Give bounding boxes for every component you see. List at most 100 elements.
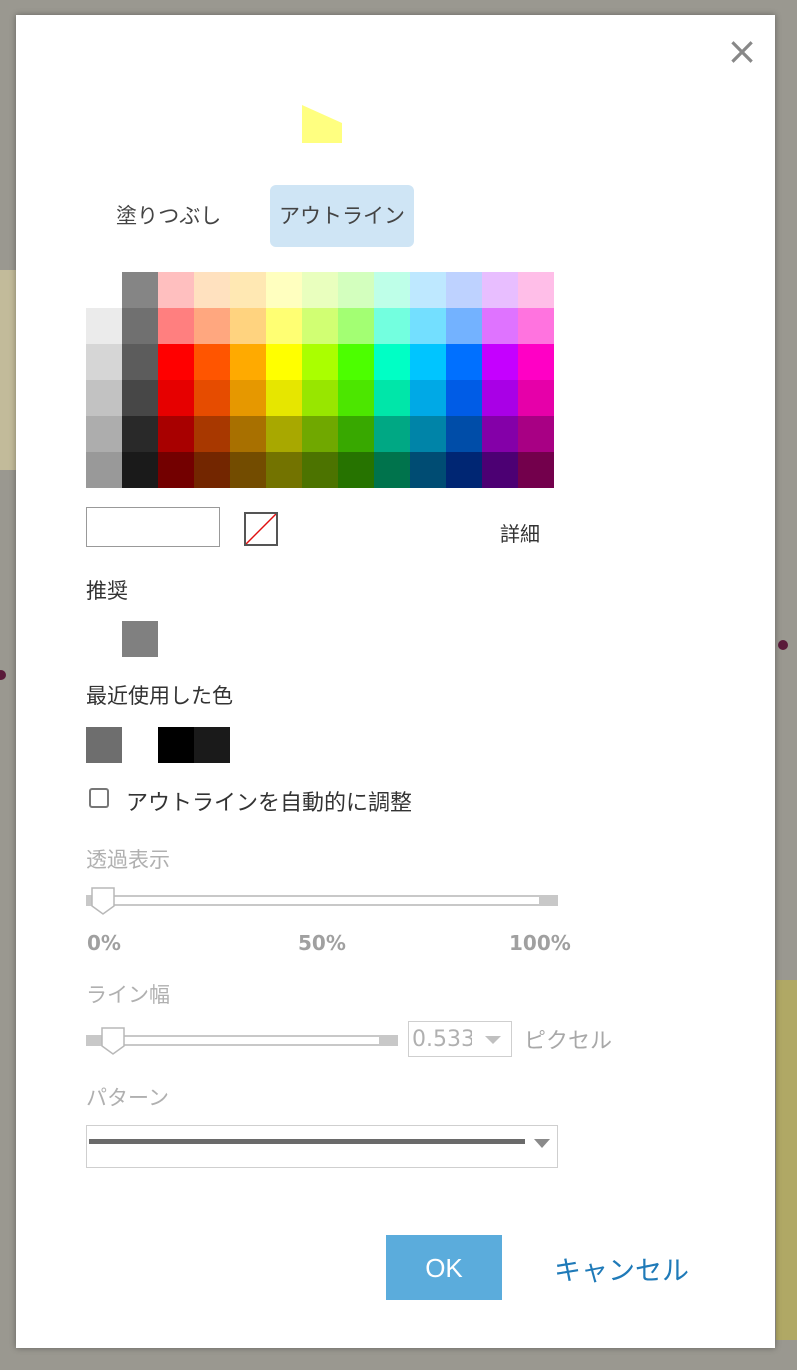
palette-swatch[interactable] bbox=[518, 308, 554, 344]
tab-fill[interactable]: 塗りつぶし bbox=[91, 185, 246, 247]
palette-swatch[interactable] bbox=[518, 452, 554, 488]
palette-swatch[interactable] bbox=[338, 416, 374, 452]
line-width-spinner[interactable]: 0.533 bbox=[408, 1021, 512, 1057]
palette-swatch[interactable] bbox=[518, 272, 554, 308]
line-width-slider-thumb[interactable] bbox=[100, 1026, 126, 1056]
palette-swatch[interactable] bbox=[86, 344, 122, 380]
palette-swatch[interactable] bbox=[482, 380, 518, 416]
palette-swatch[interactable] bbox=[302, 380, 338, 416]
palette-swatch[interactable] bbox=[230, 308, 266, 344]
palette-swatch[interactable] bbox=[158, 416, 194, 452]
palette-swatch[interactable] bbox=[410, 380, 446, 416]
palette-swatch[interactable] bbox=[446, 452, 482, 488]
palette-swatch[interactable] bbox=[518, 416, 554, 452]
palette-swatch[interactable] bbox=[338, 344, 374, 380]
palette-swatch[interactable] bbox=[122, 308, 158, 344]
palette-swatch[interactable] bbox=[122, 272, 158, 308]
palette-swatch[interactable] bbox=[302, 416, 338, 452]
palette-swatch[interactable] bbox=[374, 344, 410, 380]
no-color-icon bbox=[246, 514, 276, 544]
palette-swatch[interactable] bbox=[446, 416, 482, 452]
palette-swatch[interactable] bbox=[158, 272, 194, 308]
palette-swatch[interactable] bbox=[302, 272, 338, 308]
hex-color-input[interactable] bbox=[86, 507, 220, 547]
palette-swatch[interactable] bbox=[338, 452, 374, 488]
palette-swatch[interactable] bbox=[446, 380, 482, 416]
recommended-color-swatch[interactable] bbox=[122, 621, 158, 657]
palette-swatch[interactable] bbox=[338, 272, 374, 308]
palette-swatch[interactable] bbox=[482, 416, 518, 452]
auto-adjust-checkbox[interactable] bbox=[89, 788, 109, 808]
palette-swatch[interactable] bbox=[446, 344, 482, 380]
palette-swatch[interactable] bbox=[194, 452, 230, 488]
palette-swatch[interactable] bbox=[446, 308, 482, 344]
palette-swatch[interactable] bbox=[266, 380, 302, 416]
cancel-button[interactable]: キャンセル bbox=[554, 1249, 689, 1288]
palette-swatch[interactable] bbox=[374, 308, 410, 344]
palette-swatch[interactable] bbox=[122, 380, 158, 416]
symbol-preview bbox=[302, 103, 344, 149]
pattern-dropdown[interactable] bbox=[86, 1125, 558, 1168]
no-color-button[interactable] bbox=[244, 512, 278, 546]
palette-swatch[interactable] bbox=[518, 380, 554, 416]
palette-swatch[interactable] bbox=[410, 416, 446, 452]
palette-swatch[interactable] bbox=[158, 452, 194, 488]
palette-swatch[interactable] bbox=[374, 452, 410, 488]
palette-swatch[interactable] bbox=[266, 416, 302, 452]
palette-swatch[interactable] bbox=[86, 380, 122, 416]
chevron-down-icon[interactable] bbox=[475, 1022, 511, 1056]
palette-swatch[interactable] bbox=[230, 344, 266, 380]
palette-swatch[interactable] bbox=[518, 344, 554, 380]
recent-color-swatch[interactable] bbox=[158, 727, 194, 763]
palette-swatch[interactable] bbox=[230, 380, 266, 416]
palette-swatch[interactable] bbox=[158, 344, 194, 380]
palette-swatch[interactable] bbox=[230, 416, 266, 452]
palette-swatch[interactable] bbox=[194, 344, 230, 380]
palette-swatch[interactable] bbox=[266, 452, 302, 488]
palette-swatch[interactable] bbox=[122, 452, 158, 488]
palette-swatch[interactable] bbox=[374, 416, 410, 452]
ok-button[interactable]: OK bbox=[386, 1235, 502, 1300]
palette-swatch[interactable] bbox=[374, 272, 410, 308]
palette-swatch[interactable] bbox=[410, 452, 446, 488]
close-icon[interactable]: × bbox=[724, 32, 760, 70]
palette-swatch[interactable] bbox=[410, 308, 446, 344]
palette-swatch[interactable] bbox=[86, 452, 122, 488]
tab-outline[interactable]: アウトライン bbox=[270, 185, 414, 247]
recent-color-swatch[interactable] bbox=[194, 727, 230, 763]
transparency-slider-thumb[interactable] bbox=[90, 886, 116, 916]
palette-swatch[interactable] bbox=[122, 416, 158, 452]
palette-swatch[interactable] bbox=[482, 272, 518, 308]
palette-swatch[interactable] bbox=[122, 344, 158, 380]
palette-swatch[interactable] bbox=[482, 308, 518, 344]
palette-swatch[interactable] bbox=[266, 344, 302, 380]
palette-swatch[interactable] bbox=[158, 308, 194, 344]
palette-swatch[interactable] bbox=[482, 452, 518, 488]
palette-swatch[interactable] bbox=[158, 380, 194, 416]
palette-swatch[interactable] bbox=[86, 308, 122, 344]
palette-swatch[interactable] bbox=[194, 308, 230, 344]
palette-swatch[interactable] bbox=[302, 452, 338, 488]
palette-swatch[interactable] bbox=[374, 380, 410, 416]
palette-swatch[interactable] bbox=[302, 344, 338, 380]
map-marker bbox=[0, 670, 6, 680]
palette-swatch[interactable] bbox=[446, 272, 482, 308]
palette-swatch[interactable] bbox=[302, 308, 338, 344]
detail-link[interactable]: 詳細 bbox=[500, 518, 540, 547]
palette-swatch[interactable] bbox=[86, 416, 122, 452]
palette-swatch[interactable] bbox=[194, 380, 230, 416]
palette-swatch[interactable] bbox=[266, 272, 302, 308]
palette-swatch[interactable] bbox=[230, 452, 266, 488]
palette-swatch[interactable] bbox=[410, 344, 446, 380]
palette-swatch[interactable] bbox=[338, 380, 374, 416]
palette-swatch[interactable] bbox=[230, 272, 266, 308]
recent-color-swatch[interactable] bbox=[86, 727, 122, 763]
palette-swatch[interactable] bbox=[482, 344, 518, 380]
palette-swatch[interactable] bbox=[194, 416, 230, 452]
palette-swatch[interactable] bbox=[338, 308, 374, 344]
palette-swatch[interactable] bbox=[266, 308, 302, 344]
palette-swatch[interactable] bbox=[410, 272, 446, 308]
recent-colors-label: 最近使用した色 bbox=[86, 684, 233, 708]
pattern-label: パターン bbox=[86, 1086, 169, 1110]
palette-swatch[interactable] bbox=[194, 272, 230, 308]
